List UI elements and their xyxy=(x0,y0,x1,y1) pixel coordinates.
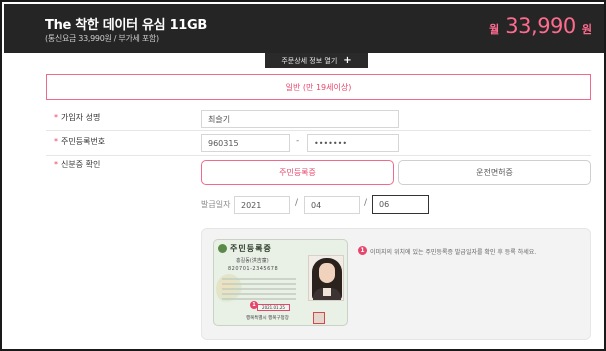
id-option-resident-card-label: 주민등록증 xyxy=(279,168,316,177)
monthly-price: 월 33,990 원 xyxy=(489,14,592,38)
resident-number-front-input[interactable] xyxy=(201,134,290,152)
card-holder-number: 820701-2345678 xyxy=(228,266,279,272)
id-option-driver-license[interactable]: 운전면허증 xyxy=(398,160,591,185)
price-suffix: 원 xyxy=(581,23,592,36)
card-issue-date-highlight: 2021.01.25 xyxy=(257,304,290,311)
required-mark: * xyxy=(54,160,58,169)
id-guide-panel: 주민등록증 홍길동(洪吉童) 820701-2345678 1 2021.01.… xyxy=(201,228,591,340)
subscriber-name-input[interactable] xyxy=(201,110,399,128)
id-option-resident-card[interactable]: 주민등록증 xyxy=(201,160,394,185)
issue-date-label: 발급일자 xyxy=(201,200,231,209)
name-label-text: 가입자 성명 xyxy=(61,113,101,122)
card-photo xyxy=(308,255,344,301)
issue-day-input[interactable] xyxy=(372,195,429,214)
card-seal-icon xyxy=(313,312,325,324)
id-verification-label-text: 신분증 확인 xyxy=(61,160,101,169)
resident-number-back-input[interactable] xyxy=(307,134,399,152)
plus-icon: + xyxy=(343,54,352,66)
issue-year-input[interactable] xyxy=(234,196,290,214)
sample-id-card-image: 주민등록증 홍길동(洪吉童) 820701-2345678 1 2021.01.… xyxy=(213,239,348,326)
card-address-lines xyxy=(222,278,296,300)
card-holder-name: 홍길동(洪吉童) xyxy=(236,258,269,264)
photo-face xyxy=(319,263,335,283)
plan-header: The 착한 데이터 유심 11GB (통신요금 33,990원 / 부가세 포… xyxy=(4,4,604,53)
resident-number-label-text: 주민등록번호 xyxy=(61,137,106,146)
date-separator: / xyxy=(364,198,368,208)
subscriber-category-label: 일반 (만 19세이상) xyxy=(285,82,352,92)
date-separator: / xyxy=(295,198,299,208)
required-mark: * xyxy=(54,137,58,146)
id-verification-label: * 신분증 확인 xyxy=(54,159,100,170)
plan-title: The 착한 데이터 유심 11GB xyxy=(45,18,208,33)
order-detail-toggle[interactable]: 주문상세 정보 열기 + xyxy=(265,53,368,68)
row-divider xyxy=(46,155,591,156)
name-label: * 가입자 성명 xyxy=(54,112,100,123)
card-title: 주민등록증 xyxy=(230,244,272,253)
photo-collar xyxy=(323,288,331,296)
subscriber-category: 일반 (만 19세이상) xyxy=(46,74,591,100)
card-emblem-icon xyxy=(218,244,227,253)
row-divider xyxy=(46,130,591,131)
guide-instruction: 이미지의 위치에 있는 주민등록증 발급일자를 확인 후 등록 하세요. xyxy=(370,249,537,256)
id-option-driver-license-label: 운전면허증 xyxy=(476,168,513,177)
order-form-frame: The 착한 데이터 유심 11GB (통신요금 33,990원 / 부가세 포… xyxy=(0,0,606,351)
price-prefix: 월 xyxy=(489,23,500,36)
card-issuer: 행복특별시 행복구청장 xyxy=(246,316,289,321)
price-value: 33,990 xyxy=(505,14,576,38)
order-detail-toggle-label: 주문상세 정보 열기 xyxy=(281,56,338,65)
resident-number-label: * 주민등록번호 xyxy=(54,136,105,147)
issue-month-input[interactable] xyxy=(304,196,360,214)
guide-marker: 1 xyxy=(358,246,367,255)
required-mark: * xyxy=(54,113,58,122)
plan-subtitle: (통신요금 33,990원 / 부가세 포함) xyxy=(45,34,159,43)
resident-number-separator: - xyxy=(296,136,300,146)
